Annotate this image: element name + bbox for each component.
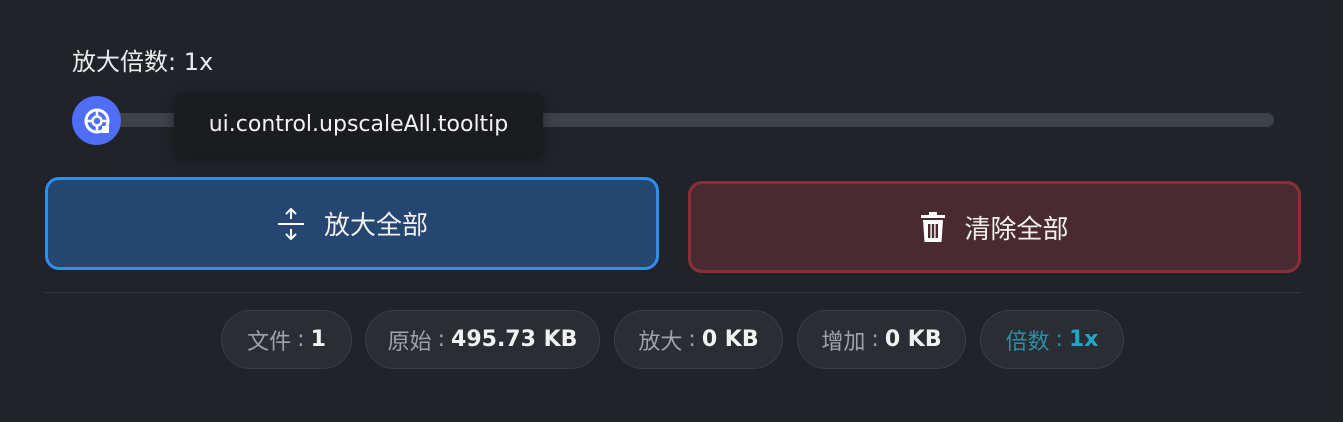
stat-original-label: 原始 bbox=[387, 329, 432, 355]
stat-increase: 增加 : 0 KB bbox=[797, 310, 966, 369]
trash-icon bbox=[920, 211, 946, 243]
scale-slider-thumb[interactable] bbox=[72, 96, 121, 145]
stat-increase-label: 增加 bbox=[821, 329, 866, 355]
scale-label: 放大倍数: 1x bbox=[72, 48, 214, 76]
upscale-panel: 放大倍数: 1x ui.control.upscaleAll.tooltip 放… bbox=[0, 0, 1343, 422]
stat-factor-value: 1x bbox=[1068, 327, 1099, 352]
clear-all-button[interactable]: 清除全部 bbox=[688, 181, 1301, 273]
stat-separator: : bbox=[688, 327, 696, 352]
stat-separator: : bbox=[297, 327, 305, 352]
upscale-all-button[interactable]: 放大全部 bbox=[45, 177, 659, 270]
expand-vertical-icon bbox=[276, 206, 306, 242]
stat-files-value: 1 bbox=[310, 327, 326, 352]
stat-original: 原始 : 495.73 KB bbox=[365, 310, 600, 369]
stat-files-label: 文件 bbox=[247, 329, 292, 355]
stat-separator: : bbox=[871, 327, 879, 352]
upscale-all-tooltip: ui.control.upscaleAll.tooltip bbox=[174, 93, 543, 156]
stat-separator: : bbox=[1055, 327, 1063, 352]
stat-separator: : bbox=[437, 327, 446, 352]
stat-original-value: 495.73 KB bbox=[451, 327, 578, 352]
stat-files: 文件 : 1 bbox=[221, 310, 352, 369]
divider bbox=[45, 292, 1301, 293]
upscale-all-label: 放大全部 bbox=[323, 211, 428, 241]
stat-upscaled: 放大 : 0 KB bbox=[614, 310, 783, 369]
stat-increase-value: 0 KB bbox=[884, 327, 942, 352]
stat-upscaled-value: 0 KB bbox=[701, 327, 759, 352]
stat-factor: 倍数 : 1x bbox=[980, 310, 1124, 369]
stat-upscaled-label: 放大 bbox=[638, 329, 683, 355]
lifebuoy-icon bbox=[84, 108, 109, 133]
stat-factor-label: 倍数 bbox=[1005, 329, 1050, 355]
clear-all-label: 清除全部 bbox=[964, 214, 1069, 245]
